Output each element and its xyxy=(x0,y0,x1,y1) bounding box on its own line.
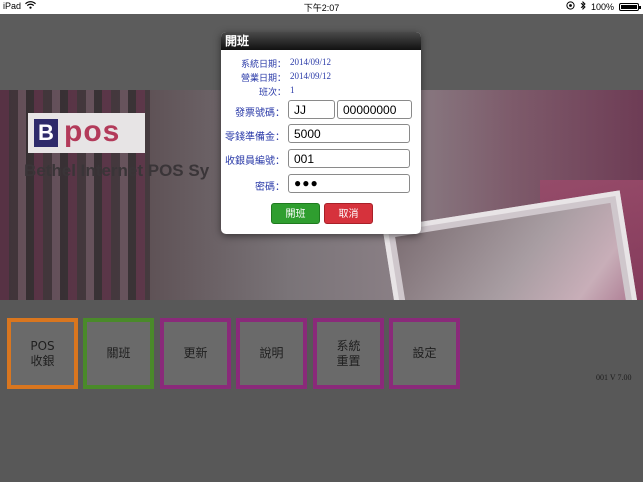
close-shift-tile[interactable]: 關班 xyxy=(83,318,154,389)
business-date-label: 營業日期： xyxy=(240,74,286,84)
battery-percent: 100% xyxy=(590,1,614,12)
tile-label: 說明 xyxy=(259,346,284,360)
password-input[interactable]: ●●● xyxy=(288,174,410,193)
tile-label: 關班 xyxy=(106,346,131,360)
dialog-title: 開班 xyxy=(221,32,421,50)
battery-level xyxy=(621,4,637,9)
battery-icon xyxy=(619,2,641,11)
tile-label: 設定 xyxy=(412,346,437,360)
system-date-label: 系統日期： xyxy=(240,60,286,70)
tile-label: 更新 xyxy=(183,346,208,360)
open-shift-button[interactable]: 開班 xyxy=(271,203,320,224)
system-reset-tile[interactable]: 系統 重置 xyxy=(313,318,384,389)
version-label: 001 V 7.00 xyxy=(596,373,632,382)
cashier-id-label: 收銀員編號： xyxy=(225,156,285,167)
invoice-number-input[interactable] xyxy=(337,100,412,119)
location-icon xyxy=(566,1,575,12)
update-tile[interactable]: 更新 xyxy=(160,318,231,389)
app-logo: B pos xyxy=(28,113,145,153)
app-tagline: Bethel Internet POS Sy xyxy=(24,161,210,180)
petty-cash-label: 零錢準備金： xyxy=(225,132,285,143)
business-date-value: 2014/09/12 xyxy=(290,71,332,81)
logo-text: pos xyxy=(64,115,121,148)
petty-cash-input[interactable] xyxy=(288,124,410,143)
invoice-label: 發票號碼： xyxy=(235,108,285,119)
help-tile[interactable]: 說明 xyxy=(236,318,307,389)
system-date-row: 系統日期： 2014/09/12 xyxy=(221,57,421,70)
bluetooth-icon xyxy=(580,0,586,12)
settings-tile[interactable]: 設定 xyxy=(389,318,460,389)
shift-value: 1 xyxy=(290,85,295,95)
shift-label: 班次： xyxy=(258,88,286,98)
invoice-prefix-input[interactable] xyxy=(288,100,335,119)
cashier-id-input[interactable] xyxy=(288,149,410,168)
logo-letter: B xyxy=(34,119,58,147)
password-label: 密碼： xyxy=(255,182,285,193)
shift-row: 班次： 1 xyxy=(221,85,421,98)
cancel-button[interactable]: 取消 xyxy=(324,203,373,224)
open-shift-dialog: 開班 系統日期： 2014/09/12 營業日期： 2014/09/12 班次：… xyxy=(221,32,421,234)
system-date-value: 2014/09/12 xyxy=(290,57,332,67)
business-date-row: 營業日期： 2014/09/12 xyxy=(221,71,421,84)
tile-label: 系統 重置 xyxy=(336,338,361,368)
status-bar: iPad 下午2:07 100% xyxy=(0,0,643,14)
tile-label: POS 收銀 xyxy=(30,338,55,368)
pos-checkout-tile[interactable]: POS 收銀 xyxy=(7,318,78,389)
status-time: 下午2:07 xyxy=(303,3,340,13)
